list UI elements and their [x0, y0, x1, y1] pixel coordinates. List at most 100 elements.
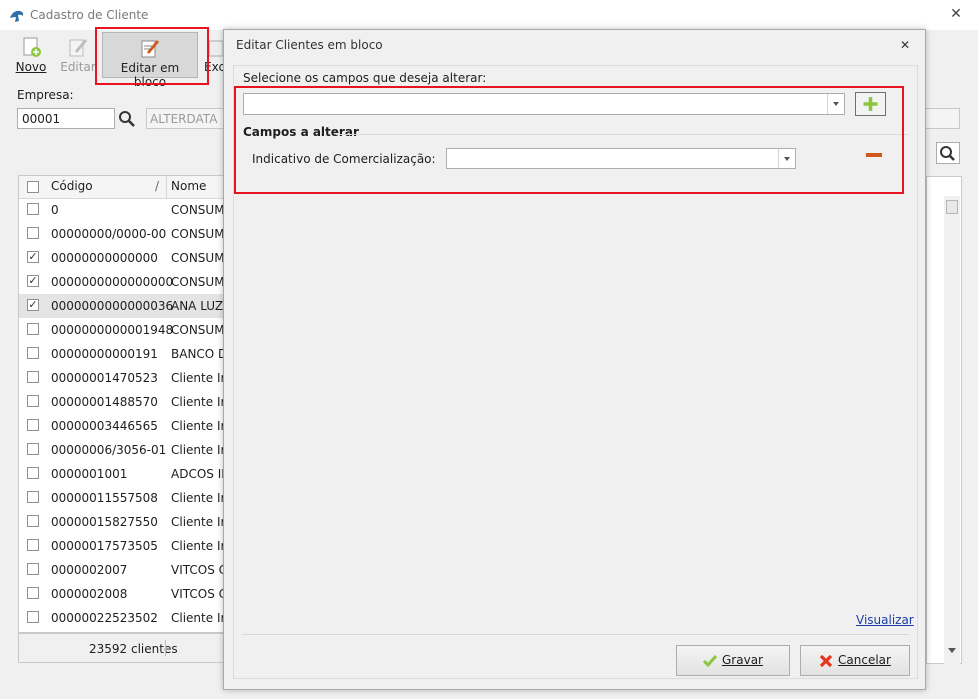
- column-nome[interactable]: Nome: [171, 179, 206, 193]
- grid-footer: 23592 clientes: [18, 633, 224, 663]
- close-icon[interactable]: ✕: [948, 6, 964, 22]
- highlight-box-toolbar: [95, 27, 209, 85]
- table-row[interactable]: ✓ 0000000000000036 ANA LUZI: [19, 294, 224, 318]
- column-codigo[interactable]: Código: [51, 179, 93, 193]
- checkmark-icon: [703, 654, 717, 667]
- select-all-checkbox[interactable]: [27, 181, 39, 193]
- row-checkbox[interactable]: [27, 539, 39, 551]
- editar-label: Editar: [60, 60, 96, 74]
- cell-codigo: 00000000/0000-00: [51, 227, 167, 241]
- cell-nome: Cliente Im: [171, 419, 223, 433]
- table-row[interactable]: 0000002007 VITCOS C: [19, 558, 224, 582]
- cell-nome: Cliente Im: [171, 443, 223, 457]
- table-row[interactable]: 00000022523502 Cliente Im: [19, 606, 223, 630]
- close-icon[interactable]: ✕: [898, 38, 912, 52]
- clients-grid: Código / Nome 0 CONSUM 00000000/0000-00 CON…: [18, 175, 224, 633]
- cell-codigo: 0000002008: [51, 587, 128, 601]
- row-checkbox[interactable]: [27, 371, 39, 383]
- cell-codigo: 00000000000191: [51, 347, 158, 361]
- table-row[interactable]: 0 CONSUM: [19, 198, 224, 222]
- empresa-label: Empresa:: [17, 88, 74, 102]
- cell-codigo: 00000001488570: [51, 395, 158, 409]
- novo-button[interactable]: Novo: [12, 32, 50, 78]
- row-checkbox[interactable]: [27, 347, 39, 359]
- row-checkbox[interactable]: [27, 491, 39, 503]
- sort-icon: /: [155, 179, 160, 193]
- cell-nome: CONSUM: [171, 227, 224, 241]
- cancelar-button[interactable]: Cancelar: [800, 645, 910, 676]
- novo-label: Novo: [15, 60, 47, 74]
- app-icon: [10, 10, 24, 22]
- row-checkbox[interactable]: ✓: [27, 251, 39, 263]
- cell-nome: Cliente Im: [171, 395, 223, 409]
- table-row[interactable]: 00000000000191 BANCO D: [19, 342, 224, 366]
- row-checkbox[interactable]: [27, 323, 39, 335]
- cell-nome: VITCOS C: [171, 563, 224, 577]
- cell-nome: VITCOS C: [171, 587, 224, 601]
- row-checkbox[interactable]: [27, 227, 39, 239]
- table-row[interactable]: 0000002008 VITCOS C: [19, 582, 224, 606]
- footer-divider: [165, 640, 166, 656]
- row-checkbox[interactable]: [27, 587, 39, 599]
- cell-codigo: 00000017573505: [51, 539, 158, 553]
- cell-codigo: 00000011557508: [51, 491, 158, 505]
- grid-scrollbar[interactable]: [944, 196, 960, 664]
- row-checkbox[interactable]: ✓: [27, 275, 39, 287]
- gravar-button[interactable]: Gravar: [676, 645, 790, 676]
- cell-nome: ANA LUZI: [171, 299, 224, 313]
- row-checkbox[interactable]: [27, 611, 39, 623]
- cell-codigo: 0000001001: [51, 467, 128, 481]
- table-row[interactable]: 00000017573505 Cliente Im: [19, 534, 223, 558]
- cell-nome: CONSUM: [171, 203, 224, 217]
- scroll-thumb[interactable]: [946, 200, 958, 214]
- cell-codigo: 00000000000000: [51, 251, 158, 265]
- row-checkbox[interactable]: [27, 443, 39, 455]
- cell-nome: CONSUM: [171, 323, 224, 337]
- cell-nome: Cliente Im: [171, 539, 223, 553]
- table-row[interactable]: ✓ 00000000000000 CONSUM: [19, 246, 223, 270]
- cell-nome: Cliente Im: [171, 371, 223, 385]
- table-row[interactable]: 0000000000001948 CONSUM: [19, 318, 224, 342]
- cell-codigo: 0000002007: [51, 563, 128, 577]
- column-divider: [166, 176, 167, 198]
- table-row[interactable]: 00000011557508 Cliente Im: [19, 486, 223, 510]
- cell-nome: Cliente Im: [171, 611, 223, 625]
- background-field: [924, 108, 960, 129]
- footer-divider: [242, 634, 909, 635]
- edit-icon: [69, 39, 87, 57]
- cancel-x-icon: [819, 654, 833, 667]
- grid-header: Código / Nome: [19, 176, 223, 199]
- table-row[interactable]: ✓ 0000000000000000 CONSUM: [19, 270, 224, 294]
- title-bar: Cadastro de Cliente ✕: [0, 0, 978, 30]
- table-row[interactable]: 00000001470523 Cliente Im: [19, 366, 223, 390]
- visualizar-link[interactable]: Visualizar: [856, 613, 914, 627]
- table-row[interactable]: 00000006/3056-01 Cliente Im: [19, 438, 223, 462]
- editar-button[interactable]: Editar: [58, 32, 98, 78]
- row-checkbox[interactable]: [27, 203, 39, 215]
- table-row[interactable]: 00000001488570 Cliente Im: [19, 390, 223, 414]
- cancelar-label: Cancelar: [838, 653, 891, 667]
- cell-nome: Cliente Im: [171, 491, 223, 505]
- row-checkbox[interactable]: [27, 395, 39, 407]
- background-search-button[interactable]: [936, 142, 960, 164]
- cell-nome: CONSUM: [171, 275, 224, 289]
- empresa-name-field: ALTERDATA: [146, 108, 226, 129]
- cell-codigo: 00000003446565: [51, 419, 158, 433]
- cell-nome: BANCO D: [171, 347, 224, 361]
- empresa-code-input[interactable]: 00001: [17, 108, 115, 129]
- cell-codigo: 0: [51, 203, 59, 217]
- table-row[interactable]: 00000003446565 Cliente Im: [19, 414, 223, 438]
- cell-nome: Cliente Im: [171, 515, 223, 529]
- row-checkbox[interactable]: [27, 515, 39, 527]
- row-checkbox[interactable]: [27, 467, 39, 479]
- table-row[interactable]: 00000000/0000-00 CONSUM: [19, 222, 224, 246]
- table-row[interactable]: 0000001001 ADCOS IN: [19, 462, 223, 486]
- scroll-down-icon[interactable]: [948, 648, 956, 653]
- row-checkbox[interactable]: ✓: [27, 299, 39, 311]
- row-checkbox[interactable]: [27, 563, 39, 575]
- new-document-icon: [23, 37, 41, 57]
- table-row[interactable]: 00000015827550 Cliente Im: [19, 510, 223, 534]
- search-icon[interactable]: [116, 108, 138, 129]
- row-checkbox[interactable]: [27, 419, 39, 431]
- cell-codigo: 00000022523502: [51, 611, 158, 625]
